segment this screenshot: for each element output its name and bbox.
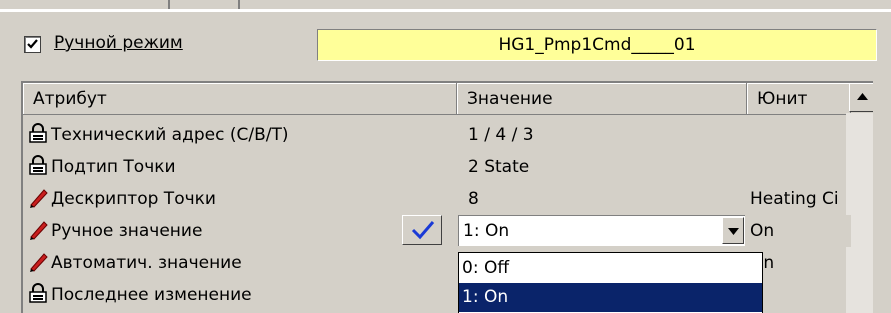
arrow-up-icon [857,93,868,100]
dropdown-button[interactable] [722,217,744,244]
unit-cell: Heating Ci [750,189,839,209]
value-combobox[interactable]: 1: On [458,215,745,246]
panel-top-edge [0,10,891,12]
attribute-cell: Автоматич. значение [27,247,457,279]
pencil-icon [27,186,49,208]
checkmark-icon [411,221,435,240]
pencil-icon [27,250,49,272]
attribute-cell: Дескриптор Точки [27,183,457,215]
unit-cell: On [750,247,850,279]
unit-cell: On [750,221,775,241]
scroll-up-button[interactable] [849,83,873,112]
dropdown-option-on[interactable]: 1: On [459,283,762,312]
attribute-grid: Атрибут Значение Юнит Технический адрес … [21,81,873,313]
tab-divider [238,0,240,9]
pencil-icon [27,218,49,240]
checkmark-icon [27,39,38,49]
lock-icon [27,282,49,304]
unit-cell [750,151,850,183]
chevron-down-icon [728,228,739,235]
dropdown-list: 0: Off 1: On [458,252,763,313]
point-name-field: HG1_Pmp1Cmd_____01 [317,29,877,61]
dropdown-option-off[interactable]: 0: Off [459,254,762,283]
table-row[interactable]: Технический адрес (С/В/Т) 1 / 4 / 3 [23,119,851,151]
attribute-cell: Последнее изменение [27,279,457,311]
manual-mode-checkbox[interactable] [24,36,41,53]
table-row[interactable]: Дескриптор Точки 8 Heating Ci [23,183,851,215]
attribute-cell: Технический адрес (С/В/Т) [27,119,457,151]
attribute-cell: Ручное значение [27,215,457,247]
table-row[interactable]: Подтип Точки 2 State [23,151,851,183]
table-row[interactable]: Ручное значение 1: On On [23,215,851,247]
value-cell: 1 / 4 / 3 [468,125,534,145]
tab-strip [0,0,891,10]
confirm-button[interactable] [402,215,442,245]
tab-divider [168,0,170,9]
unit-cell [750,279,850,311]
lock-icon [27,154,49,176]
header-value[interactable]: Значение [457,83,747,114]
lock-icon [27,122,49,144]
unit-cell [750,119,850,151]
value-cell: 8 [468,189,479,209]
attribute-cell: Подтип Точки [27,151,457,183]
header-unit[interactable]: Юнит [747,83,851,114]
combobox-value: 1: On [463,221,510,241]
grid-header: Атрибут Значение Юнит [23,83,851,115]
header-attribute[interactable]: Атрибут [23,83,457,114]
manual-mode-label[interactable]: Ручной режим [54,33,183,53]
value-cell: 2 State [468,157,530,177]
